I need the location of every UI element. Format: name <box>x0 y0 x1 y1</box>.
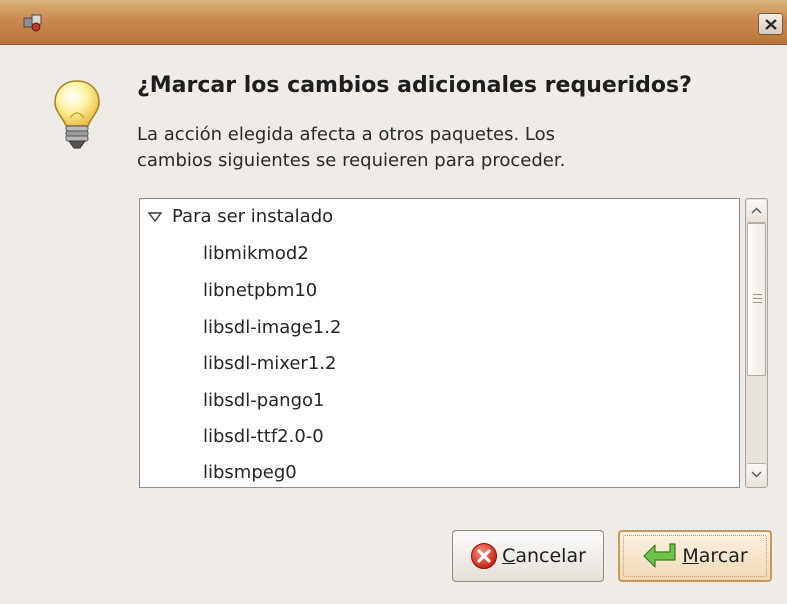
package-manager-icon <box>23 14 42 32</box>
dialog-description: La acción elegida afecta a otros paquete… <box>137 122 697 174</box>
scroll-down-button[interactable] <box>747 463 766 486</box>
changes-tree[interactable]: Para ser instalado libmikmod2 libnetpbm1… <box>139 198 740 488</box>
scroll-up-button[interactable] <box>747 200 766 223</box>
description-line-1: La acción elegida afecta a otros paquete… <box>137 124 556 145</box>
tree-group-label: Para ser instalado <box>172 206 334 227</box>
cancel-icon <box>471 543 498 569</box>
close-button[interactable] <box>758 13 783 35</box>
expander-triangle-icon[interactable] <box>148 211 162 223</box>
lightbulb-icon <box>54 80 100 149</box>
dialog-heading: ¿Marcar los cambios adicionales requerid… <box>137 73 692 98</box>
description-line-2: cambios siguientes se requieren para pro… <box>137 150 566 171</box>
scrollbar-thumb[interactable] <box>747 223 766 376</box>
package-row[interactable]: libsdl-mixer1.2 <box>203 349 336 379</box>
close-icon <box>765 19 777 30</box>
cancel-button[interactable]: Cancelar <box>452 530 604 582</box>
tree-group-row[interactable]: Para ser instalado <box>148 202 333 232</box>
package-row[interactable]: libsdl-image1.2 <box>203 313 341 343</box>
mark-button-label: Marcar <box>682 545 748 567</box>
package-row[interactable]: libnetpbm10 <box>203 276 317 306</box>
package-row[interactable]: libmikmod2 <box>203 239 309 269</box>
package-row[interactable]: libsdl-pango1 <box>203 386 324 416</box>
chevron-up-icon <box>751 207 762 214</box>
chevron-down-icon <box>751 471 762 478</box>
package-row[interactable]: libsmpeg0 <box>203 458 297 487</box>
vertical-scrollbar[interactable] <box>745 198 768 488</box>
apply-arrow-icon <box>643 543 676 568</box>
package-row[interactable]: libsdl-ttf2.0-0 <box>203 422 324 452</box>
title-bar <box>0 0 787 45</box>
cancel-button-label: Cancelar <box>502 545 586 567</box>
mark-button[interactable]: Marcar <box>618 530 772 582</box>
